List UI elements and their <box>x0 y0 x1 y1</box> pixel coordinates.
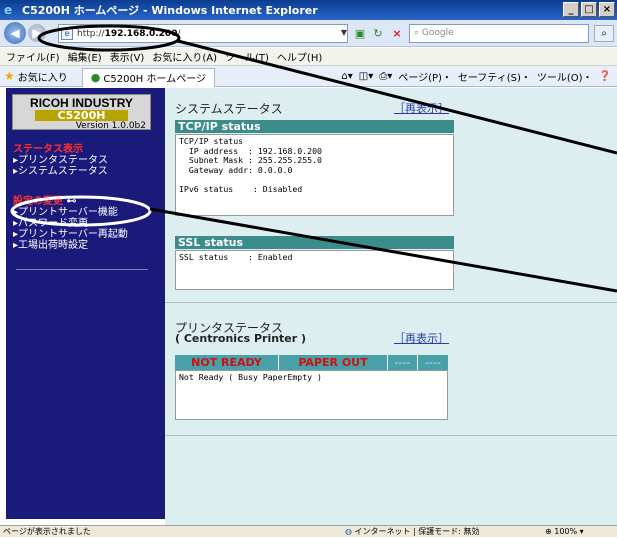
home-icon[interactable]: ⌂▾ <box>341 71 352 82</box>
search-input[interactable]: ⌕ Google <box>409 24 589 43</box>
status-zone-text: インターネット | 保護モード: 無効 <box>354 527 480 536</box>
status-cell-paper-out: PAPER OUT <box>279 355 388 370</box>
ssl-status-header: SSL status <box>175 236 454 249</box>
feeds-icon[interactable]: ◫▾ <box>359 71 373 82</box>
maximize-button[interactable]: □ <box>581 2 597 17</box>
command-page[interactable]: ページ(P)・ <box>398 69 452 84</box>
status-bar: ページが表示されました ◍ インターネット | 保護モード: 無効 ⊕ 100%… <box>0 525 617 537</box>
status-cell-not-ready: NOT READY <box>175 355 279 370</box>
close-button[interactable]: × <box>599 2 615 17</box>
system-status-panel: システムステータス ［再表示］ TCP/IP status TCP/IP sta… <box>165 88 617 303</box>
page-icon: e <box>61 27 73 40</box>
status-zone: ◍ インターネット | 保護モード: 無効 <box>345 526 480 537</box>
command-tools[interactable]: ツール(O)・ <box>537 69 593 84</box>
menu-edit[interactable]: 編集(E) <box>68 49 102 64</box>
print-icon[interactable]: ⎙▾ <box>379 71 392 82</box>
navigation-bar: ◀ ▶ e http://192.168.0.200/ ▼ ▣ ↻ × ⌕ Go… <box>0 20 617 47</box>
help-icon[interactable]: ❓ <box>599 71 611 82</box>
brand-version: Version 1.0.0b2 <box>75 121 146 131</box>
tab-label: C5200H ホームページ <box>103 74 207 85</box>
menu-file[interactable]: ファイル(F) <box>6 49 60 64</box>
printer-status-table: NOT READY PAPER OUT ---- ---- <box>175 355 448 370</box>
status-cell-empty-1: ---- <box>388 355 418 370</box>
globe-icon: ◍ <box>345 527 352 536</box>
sidebar-item-print-server[interactable]: ▸プリントサーバー機能 <box>13 207 128 218</box>
brand-model: C5200H <box>35 110 128 121</box>
sidebar-item-printer-status[interactable]: ▸プリンタステータス <box>13 155 108 166</box>
window-title: C5200H ホームページ - Windows Internet Explore… <box>22 4 318 17</box>
address-bar[interactable]: e http://192.168.0.200/ <box>58 24 348 43</box>
tab-c5200h[interactable]: ● C5200H ホームページ <box>81 67 216 87</box>
status-heading: ステータス表示 <box>13 144 83 155</box>
settings-section: 設定の変更 ⊷ ▸プリントサーバー機能 ▸パスワード変更 ▸プリントサーバー再起… <box>13 196 128 251</box>
menu-view[interactable]: 表示(V) <box>110 49 145 64</box>
menu-favorites[interactable]: お気に入り(A) <box>152 49 217 64</box>
url-host: 192.168.0.200 <box>104 28 178 39</box>
forward-button[interactable]: ▶ <box>28 24 46 42</box>
window-controls: _ □ × <box>563 2 615 17</box>
printer-status-body: Not Ready ( Busy PaperEmpty ) <box>175 370 448 420</box>
sidebar-item-system-status[interactable]: ▸システムステータス <box>13 166 108 177</box>
sidebar-divider <box>16 269 148 270</box>
printer-status-subtitle: ( Centronics Printer ) <box>175 332 307 345</box>
search-icon[interactable]: ⌕ <box>594 25 614 42</box>
settings-heading: 設定の変更 ⊷ <box>13 196 128 207</box>
stop-icon[interactable]: × <box>389 26 405 42</box>
sidebar-item-password[interactable]: ▸パスワード変更 <box>13 218 128 229</box>
tab-page-icon: ● <box>90 71 101 84</box>
system-status-title: システムステータス <box>175 102 283 116</box>
main-area: システムステータス ［再表示］ TCP/IP status TCP/IP sta… <box>165 88 617 525</box>
printer-refresh-link[interactable]: ［再表示］ <box>394 330 449 346</box>
zoom-level: 100% <box>554 527 578 536</box>
sidebar: RICOH INDUSTRY C5200H Version 1.0.0b2 ステ… <box>6 88 165 519</box>
key-icon: ⊷ <box>66 196 77 207</box>
address-dropdown-icon[interactable]: ▼ <box>338 25 350 41</box>
search-placeholder: Google <box>421 28 454 38</box>
menu-tools[interactable]: ツール(T) <box>225 49 269 64</box>
sidebar-item-restart[interactable]: ▸プリントサーバー再起動 <box>13 229 128 240</box>
page-content: RICOH INDUSTRY C5200H Version 1.0.0b2 ステ… <box>0 88 617 525</box>
star-icon: ★ <box>4 69 15 83</box>
compatibility-icon[interactable]: ▣ <box>352 26 368 42</box>
system-refresh-link[interactable]: ［再表示］ <box>394 100 449 116</box>
menu-help[interactable]: ヘルプ(H) <box>277 49 322 64</box>
tcpip-status-header: TCP/IP status <box>175 120 454 133</box>
back-button[interactable]: ◀ <box>4 22 26 44</box>
ssl-status-body: SSL status : Enabled <box>175 250 454 290</box>
ie-icon: e <box>4 3 13 17</box>
menu-bar: ファイル(F) 編集(E) 表示(V) お気に入り(A) ツール(T) ヘルプ(… <box>0 48 617 66</box>
url-suffix: / <box>177 28 181 39</box>
command-safety[interactable]: セーフティ(S)・ <box>458 69 531 84</box>
settings-heading-text: 設定の変更 <box>13 196 63 207</box>
status-cell-empty-2: ---- <box>425 356 441 369</box>
refresh-icon[interactable]: ↻ <box>370 26 386 42</box>
sidebar-item-factory-reset[interactable]: ▸工場出荷時設定 <box>13 240 128 251</box>
url-prefix: http:// <box>77 28 105 39</box>
minimize-button[interactable]: _ <box>563 2 579 17</box>
zoom-control[interactable]: ⊕ 100% ▾ <box>545 526 584 537</box>
favorites-button[interactable]: ★ お気に入り <box>4 69 68 84</box>
favorites-label: お気に入り <box>17 72 68 84</box>
status-left: ページが表示されました <box>3 527 91 536</box>
brand-name: RICOH INDUSTRY <box>30 96 133 110</box>
brand-box: RICOH INDUSTRY C5200H Version 1.0.0b2 <box>12 94 151 131</box>
status-section: ステータス表示 ▸プリンタステータス ▸システムステータス <box>13 144 108 177</box>
tcpip-status-body: TCP/IP status IP address : 192.168.0.200… <box>175 134 454 216</box>
window-title-bar: e C5200H ホームページ - Windows Internet Explo… <box>0 0 617 20</box>
command-bar: ⌂▾ ◫▾ ⎙▾ ページ(P)・ セーフティ(S)・ ツール(O)・ ❓ <box>341 69 611 84</box>
